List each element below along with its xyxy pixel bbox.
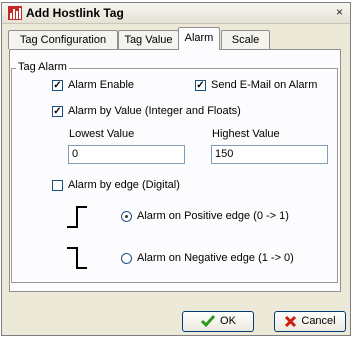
send-email-checkbox[interactable]: ✓ — [195, 80, 206, 91]
close-icon[interactable]: × — [333, 6, 346, 19]
alarm-by-value-checkbox[interactable]: ✓ — [52, 106, 63, 117]
alarm-by-value-label: Alarm by Value (Integer and Floats) — [68, 105, 241, 117]
tab-label: Scale — [231, 34, 260, 46]
tab-label: Tag Configuration — [19, 34, 107, 46]
checkmark-icon: ✓ — [53, 106, 62, 117]
alarm-enable-label: Alarm Enable — [68, 79, 135, 91]
tag-alarm-group — [11, 68, 338, 283]
lowest-value-input[interactable]: 0 — [68, 145, 185, 164]
cancel-button[interactable]: Cancel — [274, 311, 346, 332]
checkmark-icon: ✓ — [53, 80, 62, 91]
negative-edge-icon — [67, 247, 87, 269]
checkmark-icon: ✓ — [196, 80, 205, 91]
alarm-by-edge-label: Alarm by edge (Digital) — [68, 179, 180, 191]
checkmark-icon — [200, 315, 216, 328]
tab-tag-value[interactable]: Tag Value — [118, 30, 179, 49]
alarm-by-edge-checkbox[interactable] — [52, 180, 63, 191]
red-x-icon — [285, 315, 297, 327]
negative-edge-radio[interactable] — [121, 253, 132, 264]
tab-scale[interactable]: Scale — [221, 30, 270, 49]
tab-label: Tag Value — [124, 34, 173, 46]
cancel-label: Cancel — [301, 315, 336, 327]
ok-label: OK — [220, 315, 236, 327]
bar-chart-icon — [8, 6, 22, 20]
lowest-value-label: Lowest Value — [69, 128, 135, 140]
tab-label: Alarm — [184, 32, 214, 44]
positive-edge-icon — [67, 206, 87, 228]
positive-edge-label: Alarm on Positive edge (0 -> 1) — [137, 210, 289, 222]
positive-edge-radio[interactable] — [121, 211, 132, 222]
window-title: Add Hostlink Tag — [26, 6, 124, 20]
highest-value-label: Highest Value — [212, 128, 280, 140]
alarm-enable-checkbox[interactable]: ✓ — [52, 80, 63, 91]
group-title: Tag Alarm — [16, 61, 69, 73]
tab-tag-configuration[interactable]: Tag Configuration — [8, 30, 118, 49]
title-bar: Add Hostlink Tag × — [2, 3, 350, 24]
send-email-label: Send E-Mail on Alarm — [211, 79, 318, 91]
tab-alarm[interactable]: Alarm — [178, 27, 220, 50]
highest-value-input[interactable]: 150 — [211, 145, 328, 164]
negative-edge-label: Alarm on Negative edge (1 -> 0) — [137, 252, 294, 264]
ok-button[interactable]: OK — [182, 311, 254, 332]
